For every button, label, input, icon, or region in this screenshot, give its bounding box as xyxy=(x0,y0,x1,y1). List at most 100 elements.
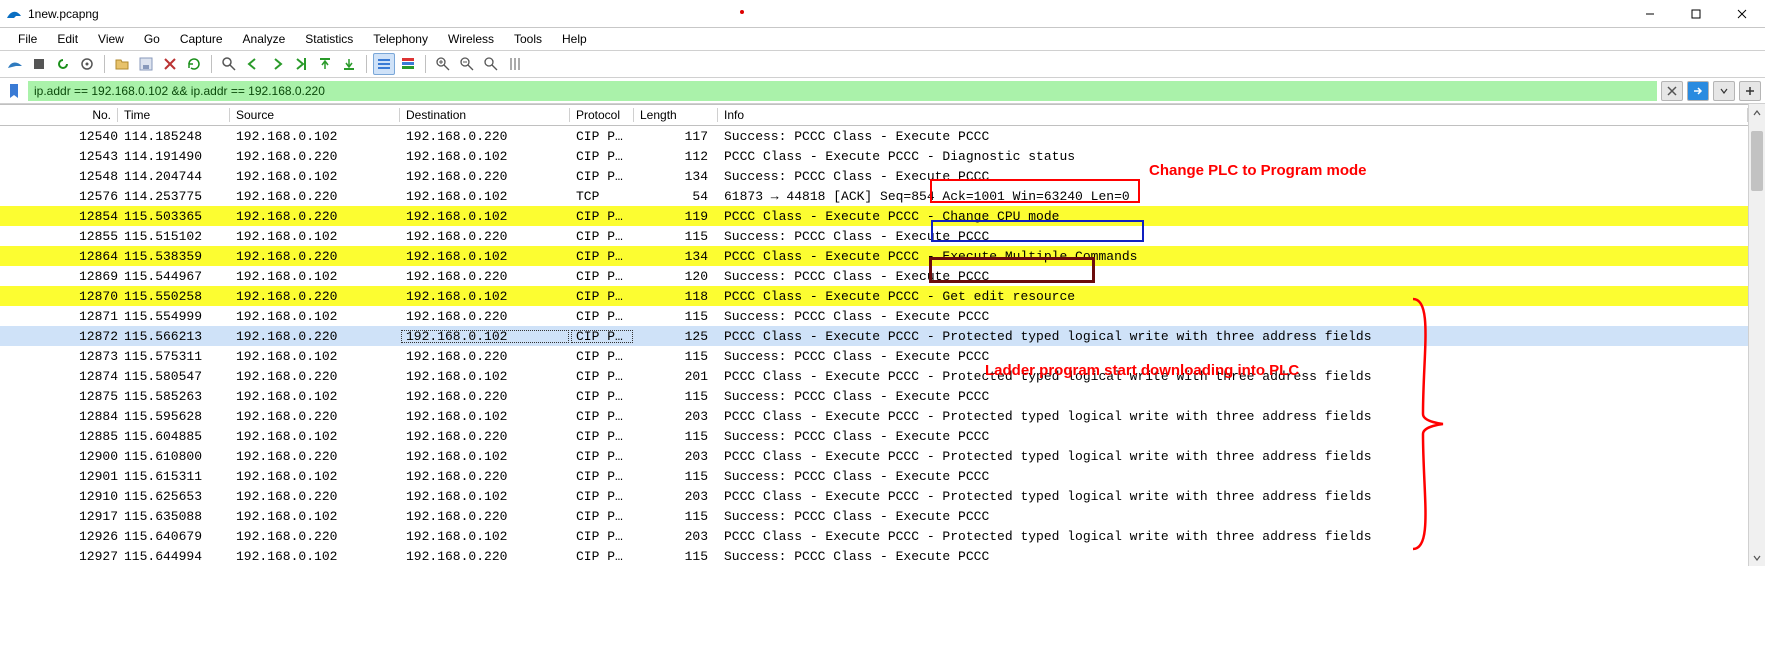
column-header-no[interactable]: No. xyxy=(0,108,118,122)
minimize-button[interactable] xyxy=(1627,0,1673,28)
go-forward-button[interactable] xyxy=(266,53,288,75)
start-capture-button[interactable] xyxy=(4,53,26,75)
resize-columns-button[interactable] xyxy=(504,53,526,75)
table-row[interactable]: 12864115.538359192.168.0.220192.168.0.10… xyxy=(0,246,1748,266)
table-row[interactable]: 12910115.625653192.168.0.220192.168.0.10… xyxy=(0,486,1748,506)
table-row[interactable]: 12875115.585263192.168.0.102192.168.0.22… xyxy=(0,386,1748,406)
cell-source: 192.168.0.102 xyxy=(230,229,400,244)
table-row[interactable]: 12540114.185248192.168.0.102192.168.0.22… xyxy=(0,126,1748,146)
menu-statistics[interactable]: Statistics xyxy=(295,30,363,48)
table-row[interactable]: 12543114.191490192.168.0.220192.168.0.10… xyxy=(0,146,1748,166)
table-row[interactable]: 12884115.595628192.168.0.220192.168.0.10… xyxy=(0,406,1748,426)
table-row[interactable]: 12870115.550258192.168.0.220192.168.0.10… xyxy=(0,286,1748,306)
table-row[interactable]: 12855115.515102192.168.0.102192.168.0.22… xyxy=(0,226,1748,246)
display-filter-input[interactable] xyxy=(28,81,1657,101)
cell-source: 192.168.0.102 xyxy=(230,389,400,404)
cell-length: 203 xyxy=(634,489,718,504)
cell-length: 203 xyxy=(634,409,718,424)
table-row[interactable]: 12854115.503365192.168.0.220192.168.0.10… xyxy=(0,206,1748,226)
go-first-button[interactable] xyxy=(314,53,336,75)
menu-edit[interactable]: Edit xyxy=(47,30,88,48)
zoom-in-button[interactable] xyxy=(432,53,454,75)
cell-info: Success: PCCC Class - Execute PCCC xyxy=(718,309,1748,324)
cell-info: Success: PCCC Class - Execute PCCC xyxy=(718,229,1748,244)
packet-list-grid[interactable]: No. Time Source Destination Protocol Len… xyxy=(0,104,1748,566)
zoom-out-button[interactable] xyxy=(456,53,478,75)
reload-file-button[interactable] xyxy=(183,53,205,75)
table-row[interactable]: 12869115.544967192.168.0.102192.168.0.22… xyxy=(0,266,1748,286)
table-row[interactable]: 12926115.640679192.168.0.220192.168.0.10… xyxy=(0,526,1748,546)
column-header-destination[interactable]: Destination xyxy=(400,108,570,122)
cell-destination: 192.168.0.220 xyxy=(400,269,570,284)
stop-capture-button[interactable] xyxy=(28,53,50,75)
close-button[interactable] xyxy=(1719,0,1765,28)
go-last-button[interactable] xyxy=(338,53,360,75)
cell-protocol: CIP PC… xyxy=(570,169,634,184)
table-row[interactable]: 12917115.635088192.168.0.102192.168.0.22… xyxy=(0,506,1748,526)
cell-time: 115.635088 xyxy=(118,509,230,524)
scroll-up-arrow-icon[interactable] xyxy=(1750,104,1765,121)
cell-no: 12926 xyxy=(0,529,118,544)
open-file-button[interactable] xyxy=(111,53,133,75)
menu-telephony[interactable]: Telephony xyxy=(363,30,438,48)
filter-bookmark-button[interactable] xyxy=(4,81,24,101)
menu-view[interactable]: View xyxy=(88,30,134,48)
cell-source: 192.168.0.102 xyxy=(230,269,400,284)
cell-protocol: TCP xyxy=(570,189,634,204)
cell-no: 12872 xyxy=(0,329,118,344)
table-row[interactable]: 12548114.204744192.168.0.102192.168.0.22… xyxy=(0,166,1748,186)
packet-list-header[interactable]: No. Time Source Destination Protocol Len… xyxy=(0,104,1748,126)
table-row[interactable]: 12900115.610800192.168.0.220192.168.0.10… xyxy=(0,446,1748,466)
filter-expression-dropdown[interactable] xyxy=(1713,81,1735,101)
menu-tools[interactable]: Tools xyxy=(504,30,552,48)
column-header-info[interactable]: Info xyxy=(718,108,1748,122)
restart-capture-button[interactable] xyxy=(52,53,74,75)
zoom-reset-button[interactable] xyxy=(480,53,502,75)
filter-apply-button[interactable] xyxy=(1687,81,1709,101)
cell-protocol: CIP PC… xyxy=(570,129,634,144)
close-file-button[interactable] xyxy=(159,53,181,75)
cell-info: Success: PCCC Class - Execute PCCC xyxy=(718,269,1748,284)
cell-info: PCCC Class - Execute PCCC - Protected ty… xyxy=(718,489,1748,504)
go-to-packet-button[interactable] xyxy=(290,53,312,75)
scrollbar-track[interactable] xyxy=(1749,121,1765,549)
cell-destination: 192.168.0.102 xyxy=(400,209,570,224)
auto-scroll-button[interactable] xyxy=(373,53,395,75)
cell-protocol: CIP PC… xyxy=(570,149,634,164)
table-row[interactable]: 12576114.253775192.168.0.220192.168.0.10… xyxy=(0,186,1748,206)
filter-clear-button[interactable] xyxy=(1661,81,1683,101)
cell-time: 114.253775 xyxy=(118,189,230,204)
scroll-down-arrow-icon[interactable] xyxy=(1750,549,1765,566)
column-header-time[interactable]: Time xyxy=(118,108,230,122)
menu-wireless[interactable]: Wireless xyxy=(438,30,504,48)
menu-capture[interactable]: Capture xyxy=(170,30,233,48)
table-row[interactable]: 12872115.566213192.168.0.220192.168.0.10… xyxy=(0,326,1748,346)
capture-options-button[interactable] xyxy=(76,53,98,75)
save-file-button[interactable] xyxy=(135,53,157,75)
vertical-scrollbar[interactable] xyxy=(1748,104,1765,566)
scrollbar-thumb[interactable] xyxy=(1751,131,1763,191)
cell-protocol: CIP PC… xyxy=(570,469,634,484)
maximize-button[interactable] xyxy=(1673,0,1719,28)
filter-add-button[interactable] xyxy=(1739,81,1761,101)
table-row[interactable]: 12874115.580547192.168.0.220192.168.0.10… xyxy=(0,366,1748,386)
table-row[interactable]: 12927115.644994192.168.0.102192.168.0.22… xyxy=(0,546,1748,566)
column-header-length[interactable]: Length xyxy=(634,108,718,122)
column-header-protocol[interactable]: Protocol xyxy=(570,108,634,122)
column-header-source[interactable]: Source xyxy=(230,108,400,122)
menu-analyze[interactable]: Analyze xyxy=(233,30,296,48)
table-row[interactable]: 12885115.604885192.168.0.102192.168.0.22… xyxy=(0,426,1748,446)
cell-time: 115.554999 xyxy=(118,309,230,324)
table-row[interactable]: 12871115.554999192.168.0.102192.168.0.22… xyxy=(0,306,1748,326)
menu-file[interactable]: File xyxy=(8,30,47,48)
table-row[interactable]: 12873115.575311192.168.0.102192.168.0.22… xyxy=(0,346,1748,366)
cell-length: 115 xyxy=(634,309,718,324)
cell-no: 12917 xyxy=(0,509,118,524)
table-row[interactable]: 12901115.615311192.168.0.102192.168.0.22… xyxy=(0,466,1748,486)
menu-go[interactable]: Go xyxy=(134,30,170,48)
toolbar-separator xyxy=(211,55,212,73)
go-back-button[interactable] xyxy=(242,53,264,75)
menu-help[interactable]: Help xyxy=(552,30,597,48)
colorize-button[interactable] xyxy=(397,53,419,75)
find-packet-button[interactable] xyxy=(218,53,240,75)
